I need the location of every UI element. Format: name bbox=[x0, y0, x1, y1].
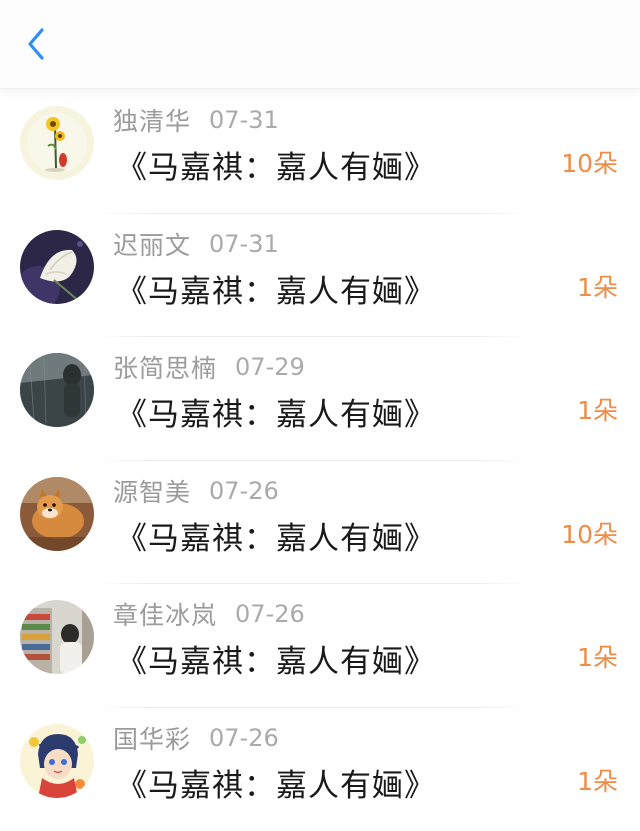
avatar[interactable] bbox=[20, 230, 94, 304]
gift-record-list: 独清华 07-31 《马嘉祺：嘉人有婳》 10朵 迟丽文 07-31 《马嘉祺：… bbox=[0, 90, 640, 831]
flower-count: 1朵 bbox=[577, 391, 618, 427]
user-name: 迟丽文 bbox=[113, 226, 191, 262]
flower-count: 10朵 bbox=[561, 515, 618, 551]
list-item[interactable]: 独清华 07-31 《马嘉祺：嘉人有婳》 10朵 bbox=[0, 90, 640, 214]
date: 07-29 bbox=[235, 353, 305, 381]
list-item[interactable]: 源智美 07-26 《马嘉祺：嘉人有婳》 10朵 bbox=[0, 461, 640, 585]
flower-count: 1朵 bbox=[577, 762, 618, 798]
work-title: 《马嘉祺：嘉人有婳》 bbox=[116, 142, 436, 187]
chevron-left-icon bbox=[25, 27, 47, 61]
date: 07-31 bbox=[209, 106, 279, 134]
date: 07-26 bbox=[209, 724, 279, 752]
user-name: 章佳冰岚 bbox=[113, 596, 217, 632]
list-item[interactable]: 张简思楠 07-29 《马嘉祺：嘉人有婳》 1朵 bbox=[0, 337, 640, 461]
work-title: 《马嘉祺：嘉人有婳》 bbox=[116, 389, 436, 434]
flower-count: 10朵 bbox=[561, 144, 618, 180]
flower-count: 1朵 bbox=[577, 268, 618, 304]
work-title: 《马嘉祺：嘉人有婳》 bbox=[116, 266, 436, 311]
date: 07-31 bbox=[209, 230, 279, 258]
user-meta: 张简思楠 07-29 bbox=[113, 349, 305, 385]
user-meta: 国华彩 07-26 bbox=[113, 720, 279, 756]
avatar[interactable] bbox=[20, 600, 94, 674]
user-name: 源智美 bbox=[113, 473, 191, 509]
user-meta: 章佳冰岚 07-26 bbox=[113, 596, 305, 632]
flower-count: 1朵 bbox=[577, 638, 618, 674]
avatar[interactable] bbox=[20, 724, 94, 798]
work-title: 《马嘉祺：嘉人有婳》 bbox=[116, 513, 436, 558]
date: 07-26 bbox=[235, 600, 305, 628]
avatar[interactable] bbox=[20, 106, 94, 180]
work-title: 《马嘉祺：嘉人有婳》 bbox=[116, 636, 436, 681]
top-bar bbox=[0, 0, 640, 89]
date: 07-26 bbox=[209, 477, 279, 505]
user-name: 独清华 bbox=[113, 102, 191, 138]
work-title: 《马嘉祺：嘉人有婳》 bbox=[116, 760, 436, 805]
user-meta: 独清华 07-31 bbox=[113, 102, 279, 138]
back-button[interactable] bbox=[14, 22, 58, 66]
user-meta: 源智美 07-26 bbox=[113, 473, 279, 509]
user-name: 国华彩 bbox=[113, 720, 191, 756]
avatar[interactable] bbox=[20, 477, 94, 551]
user-name: 张简思楠 bbox=[113, 349, 217, 385]
user-meta: 迟丽文 07-31 bbox=[113, 226, 279, 262]
avatar[interactable] bbox=[20, 353, 94, 427]
list-item[interactable]: 国华彩 07-26 《马嘉祺：嘉人有婳》 1朵 bbox=[0, 708, 640, 831]
list-item[interactable]: 迟丽文 07-31 《马嘉祺：嘉人有婳》 1朵 bbox=[0, 214, 640, 338]
list-item[interactable]: 章佳冰岚 07-26 《马嘉祺：嘉人有婳》 1朵 bbox=[0, 584, 640, 708]
